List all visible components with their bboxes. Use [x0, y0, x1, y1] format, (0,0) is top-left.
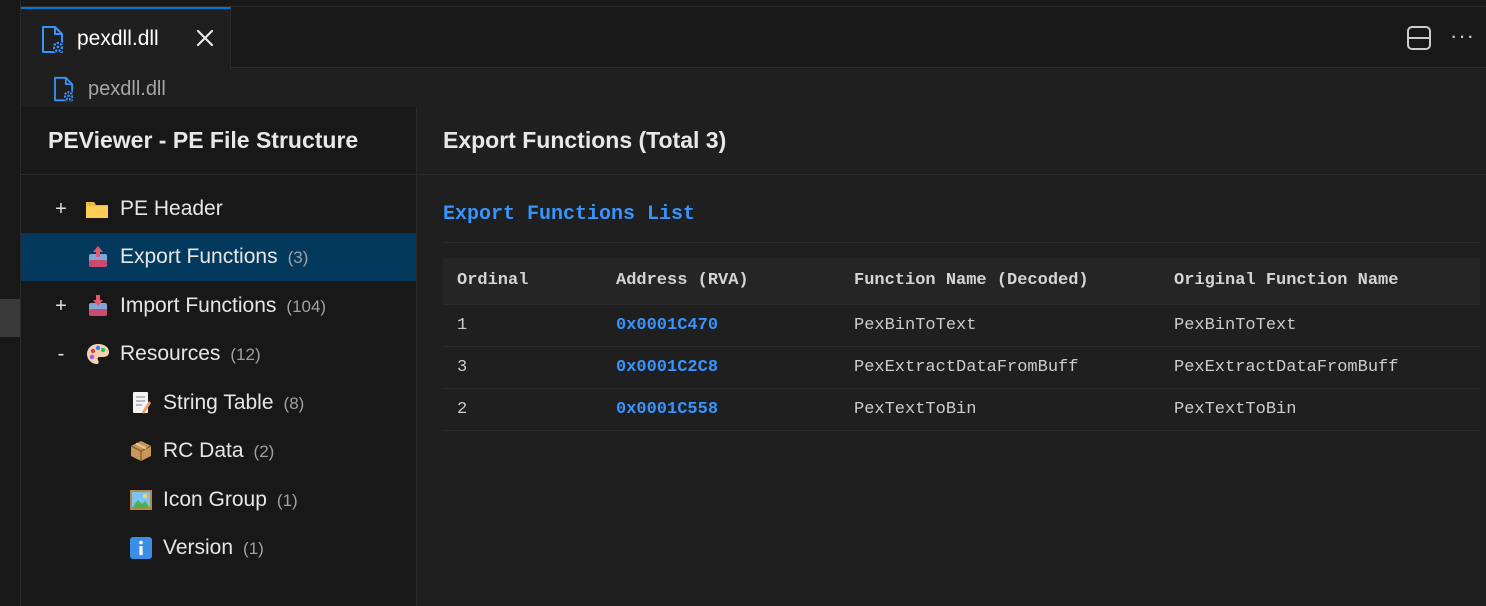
panel-title: Export Functions (Total 3) [418, 107, 1486, 175]
file-settings-icon [42, 26, 64, 53]
tree-item-label: Version (1) [163, 536, 264, 559]
tree-title: PEViewer - PE File Structure [21, 107, 416, 175]
split-editor-icon[interactable] [1406, 25, 1432, 51]
column-header-original-name[interactable]: Original Function Name [1160, 258, 1480, 305]
column-header-function-name[interactable]: Function Name (Decoded) [840, 258, 1160, 305]
tab-pexdll[interactable]: pexdll.dll [21, 7, 231, 69]
table-row[interactable]: 1 0x0001C470 PexBinToText PexBinToText [443, 304, 1480, 347]
palette-icon [86, 342, 110, 366]
tree-item-string-table[interactable]: String Table (8) [21, 379, 416, 427]
tab-bar: pexdll.dll ··· [21, 0, 1486, 69]
original-name-cell: PexBinToText [1160, 304, 1480, 347]
tree-item-label: Export Functions (3) [120, 245, 309, 268]
close-icon[interactable] [193, 26, 217, 50]
tree-item-label: String Table (8) [163, 391, 305, 414]
picture-icon [129, 488, 153, 512]
tree-item-label: RC Data (2) [163, 439, 275, 462]
activity-indicator[interactable] [0, 299, 20, 337]
breadcrumb-file[interactable]: pexdll.dll [88, 78, 166, 101]
editor-actions: ··· [1386, 22, 1486, 54]
expand-toggle[interactable]: + [54, 295, 68, 318]
expand-toggle[interactable]: + [54, 198, 68, 221]
export-functions-table: Ordinal Address (RVA) Function Name (Dec… [443, 258, 1480, 431]
file-settings-icon [54, 76, 74, 102]
tab-label: pexdll.dll [77, 27, 159, 50]
tree-item-pe-header[interactable]: + PE Header [21, 185, 416, 233]
import-box-icon [86, 294, 110, 318]
memo-icon [129, 391, 153, 415]
section-title: Export Functions List [443, 203, 696, 226]
tree-item-label: Import Functions (104) [120, 294, 327, 317]
tree-item-version[interactable]: Version (1) [21, 524, 416, 572]
folder-icon [85, 197, 109, 221]
ordinal-cell: 3 [443, 346, 602, 389]
tree-item-label: Icon Group (1) [163, 488, 298, 511]
info-icon [129, 536, 153, 560]
tree-item-icon-group[interactable]: Icon Group (1) [21, 476, 416, 524]
more-actions-icon[interactable]: ··· [1450, 22, 1475, 50]
tree-item-rc-data[interactable]: RC Data (2) [21, 427, 416, 475]
table-header-row: Ordinal Address (RVA) Function Name (Dec… [443, 258, 1480, 305]
divider [443, 242, 1480, 243]
ordinal-cell: 2 [443, 388, 602, 431]
column-header-address[interactable]: Address (RVA) [602, 258, 840, 305]
function-name-cell: PexBinToText [840, 304, 1160, 347]
address-link[interactable]: 0x0001C558 [602, 388, 840, 431]
tree-item-resources[interactable]: - Resources (12) [21, 330, 416, 378]
column-header-ordinal[interactable]: Ordinal [443, 258, 602, 305]
breadcrumb: pexdll.dll [21, 69, 1486, 107]
function-name-cell: PexExtractDataFromBuff [840, 346, 1160, 389]
tree-item-label: PE Header [120, 197, 223, 220]
function-name-cell: PexTextToBin [840, 388, 1160, 431]
structure-tree: PEViewer - PE File Structure + PE Header… [21, 107, 417, 606]
tree-item-label: Resources (12) [120, 342, 261, 365]
collapse-toggle[interactable]: - [54, 343, 68, 366]
package-icon [129, 439, 153, 463]
tree-item-import-functions[interactable]: + Import Functions (104) [21, 282, 416, 330]
export-box-icon [86, 245, 110, 269]
address-link[interactable]: 0x0001C470 [602, 304, 840, 347]
ordinal-cell: 1 [443, 304, 602, 347]
original-name-cell: PexExtractDataFromBuff [1160, 346, 1480, 389]
original-name-cell: PexTextToBin [1160, 388, 1480, 431]
activity-bar [0, 0, 21, 606]
detail-panel: Export Functions (Total 3) Export Functi… [418, 107, 1486, 606]
table-row[interactable]: 2 0x0001C558 PexTextToBin PexTextToBin [443, 388, 1480, 431]
table-row[interactable]: 3 0x0001C2C8 PexExtractDataFromBuff PexE… [443, 346, 1480, 389]
tree-item-export-functions[interactable]: Export Functions (3) [21, 233, 416, 281]
address-link[interactable]: 0x0001C2C8 [602, 346, 840, 389]
